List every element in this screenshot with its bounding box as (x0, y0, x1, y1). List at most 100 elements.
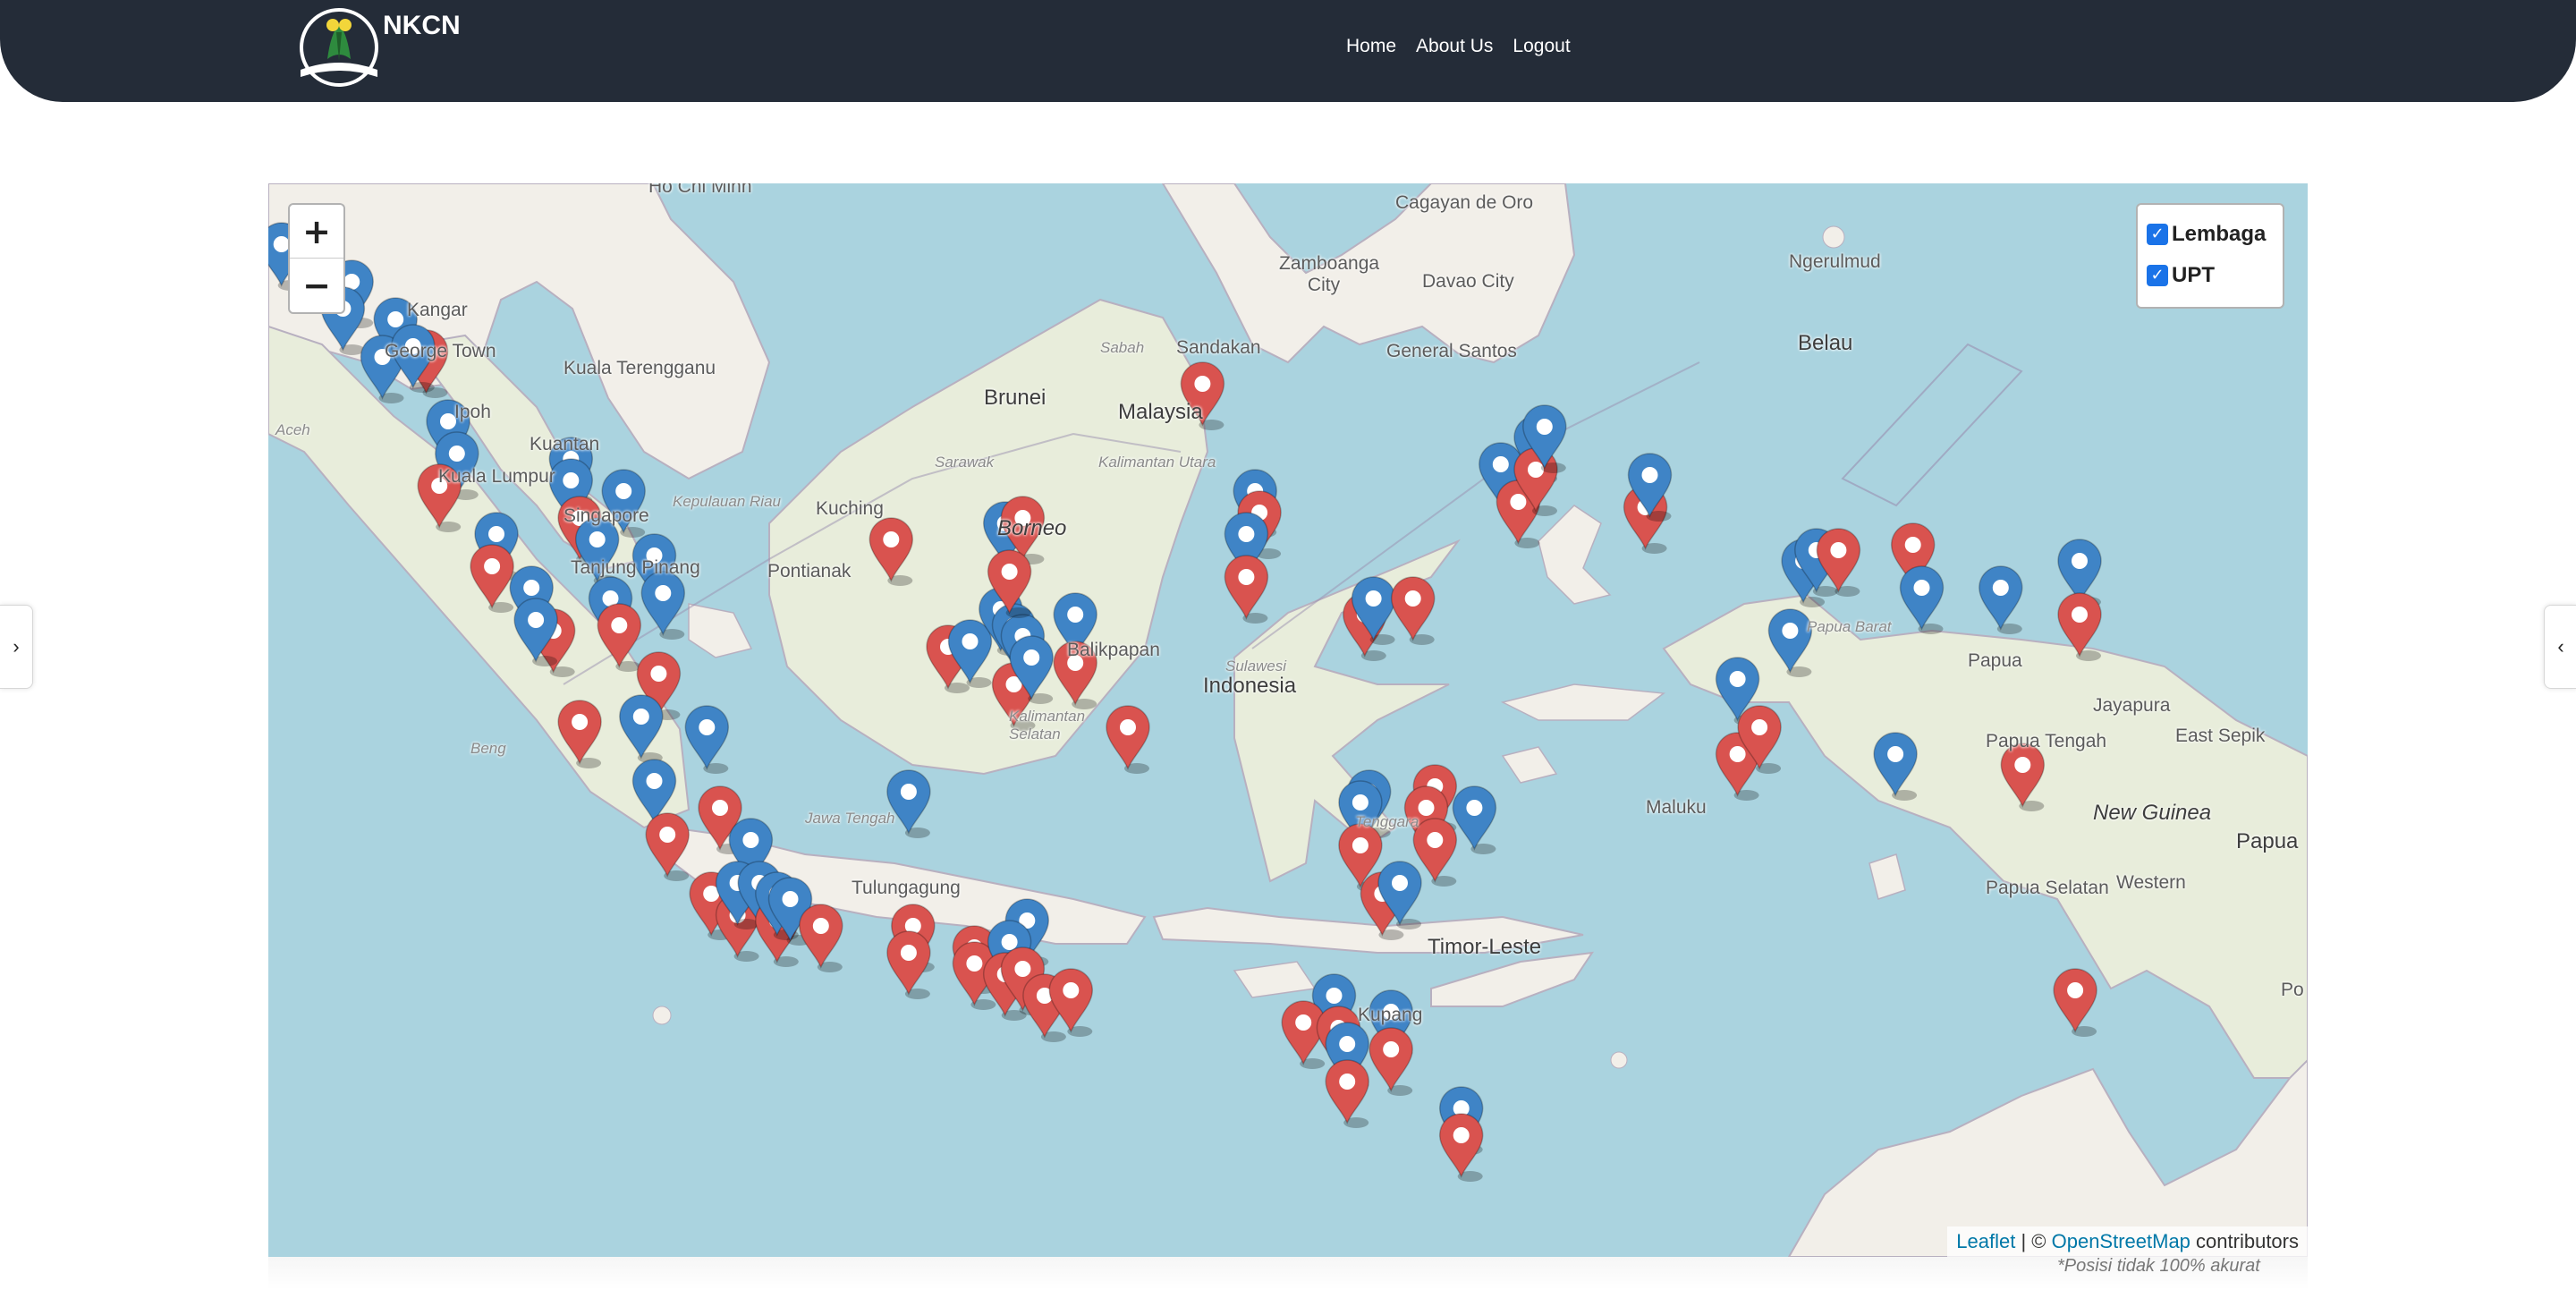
layer-row-lembaga[interactable]: ✓ Lembaga (2147, 214, 2274, 255)
marker-dot (962, 633, 979, 649)
zoom-out-button[interactable]: − (290, 259, 343, 311)
place-label: Zamboanga City (1279, 253, 1380, 295)
place-label: Kuala Terengganu (564, 358, 716, 378)
lembaga-marker[interactable] (1390, 576, 1436, 645)
nav-about-link[interactable]: About Us (1416, 36, 1493, 57)
marker-dot (1751, 719, 1768, 735)
upt-checkbox[interactable]: ✓ (2147, 265, 2168, 286)
place-label: Borneo (997, 516, 1067, 540)
marker-pin (1106, 705, 1150, 770)
marker-dot (1992, 580, 2009, 596)
chevron-left-icon: ‹ (2557, 635, 2564, 658)
marker-dot (2067, 982, 2084, 998)
lembaga-marker[interactable] (2053, 968, 2097, 1037)
marker-dot (1067, 607, 1084, 623)
lembaga-marker[interactable] (1106, 705, 1150, 774)
marker-dot (2014, 757, 2031, 773)
place-label: Western (2116, 872, 2186, 893)
place-label: Aceh (275, 421, 310, 438)
top-navbar: NKCN Home About Us Logout (0, 0, 2576, 102)
map-base (268, 183, 2308, 1257)
lembaga-checkbox[interactable]: ✓ (2147, 224, 2168, 245)
main-nav: Home About Us Logout (1346, 36, 1571, 57)
marker-pin (1368, 1027, 1413, 1092)
land-islet (652, 1006, 672, 1025)
lembaga-marker[interactable] (1048, 968, 1094, 1037)
land-timor (1430, 951, 1595, 1007)
place-label: Timor-Leste (1428, 935, 1542, 959)
lembaga-marker[interactable] (645, 812, 690, 881)
marker-dot (1492, 456, 1509, 472)
marker-dot (1782, 623, 1799, 639)
place-label: New Guinea (2093, 801, 2212, 825)
marker-pin (1048, 968, 1094, 1033)
marker-dot (1120, 719, 1136, 735)
lembaga-marker[interactable] (886, 930, 931, 999)
place-label: Pontianak (767, 561, 852, 581)
zoom-in-button[interactable]: + (290, 205, 343, 259)
marker-pin (640, 571, 686, 636)
marker-dot (488, 526, 504, 542)
lembaga-marker[interactable] (1325, 1059, 1369, 1128)
place-label: East Sepik (2175, 726, 2266, 746)
place-label: Davao City (1422, 271, 1514, 292)
marker-dot (1392, 875, 1408, 891)
upt-marker[interactable] (1899, 565, 1945, 634)
marker-dot (1001, 564, 1018, 580)
leaflet-link[interactable]: Leaflet (1956, 1230, 2015, 1252)
nav-home-link[interactable]: Home (1346, 36, 1396, 57)
map-container[interactable]: Ho Chi Minh Cagayan de Oro Zamboanga Cit… (268, 183, 2308, 1257)
land-islet (1610, 1051, 1628, 1069)
marker-dot (900, 945, 917, 961)
marker-dot (712, 800, 728, 816)
lembaga-marker[interactable] (1224, 555, 1269, 624)
place-label: Po (2281, 980, 2304, 1000)
marker-pin (1224, 555, 1269, 620)
marker-dot (1023, 649, 1040, 666)
marker-dot (1729, 671, 1746, 687)
marker-dot (1001, 934, 1018, 950)
attribution-suffix: contributors (2196, 1230, 2299, 1252)
chevron-right-icon: › (13, 635, 20, 658)
marker-dot (900, 784, 917, 800)
lembaga-marker[interactable] (1368, 1027, 1413, 1096)
footer-shade (268, 1257, 2308, 1290)
lembaga-marker[interactable] (1438, 1113, 1484, 1182)
marker-dot (1453, 1127, 1470, 1143)
osm-link[interactable]: OpenStreetMap (2052, 1230, 2190, 1252)
place-label: Ipoh (454, 402, 491, 422)
place-label: Kuantan (530, 434, 600, 454)
marker-pin (1412, 818, 1458, 883)
marker-dot (742, 832, 759, 848)
maritime-boundary (1841, 343, 2023, 507)
left-panel-toggle[interactable]: › (0, 605, 33, 689)
marker-dot (1238, 526, 1255, 542)
place-label: Maluku (1646, 797, 1707, 818)
marker-dot (1339, 1074, 1356, 1090)
upt-marker[interactable] (1979, 565, 2023, 634)
place-label: Beng (470, 740, 506, 757)
marker-dot (528, 612, 545, 628)
marker-pin (1452, 785, 1497, 851)
layer-row-upt[interactable]: ✓ UPT (2147, 255, 2274, 296)
marker-dot (699, 719, 716, 735)
layer-control: ✓ Lembaga ✓ UPT (2136, 203, 2284, 309)
layer-label: Lembaga (2172, 222, 2267, 246)
place-label: Sulawesi (1225, 658, 1287, 675)
land-bangka (688, 603, 753, 658)
marker-dot (1352, 837, 1368, 853)
upt-marker[interactable] (886, 769, 931, 838)
place-label: Tanjung Pinang (571, 557, 700, 578)
marker-dot (883, 531, 900, 547)
upt-marker[interactable] (1452, 785, 1497, 854)
marker-dot (1339, 1036, 1356, 1052)
place-label: Sandakan (1176, 337, 1261, 358)
upt-marker[interactable] (684, 705, 730, 774)
upt-marker[interactable] (640, 571, 686, 640)
nav-logout-link[interactable]: Logout (1513, 36, 1570, 57)
marker-dot (1326, 988, 1343, 1004)
right-panel-toggle[interactable]: ‹ (2544, 605, 2576, 689)
lembaga-marker[interactable] (799, 904, 843, 972)
marker-pin (1899, 565, 1945, 631)
marker-dot (273, 236, 290, 252)
